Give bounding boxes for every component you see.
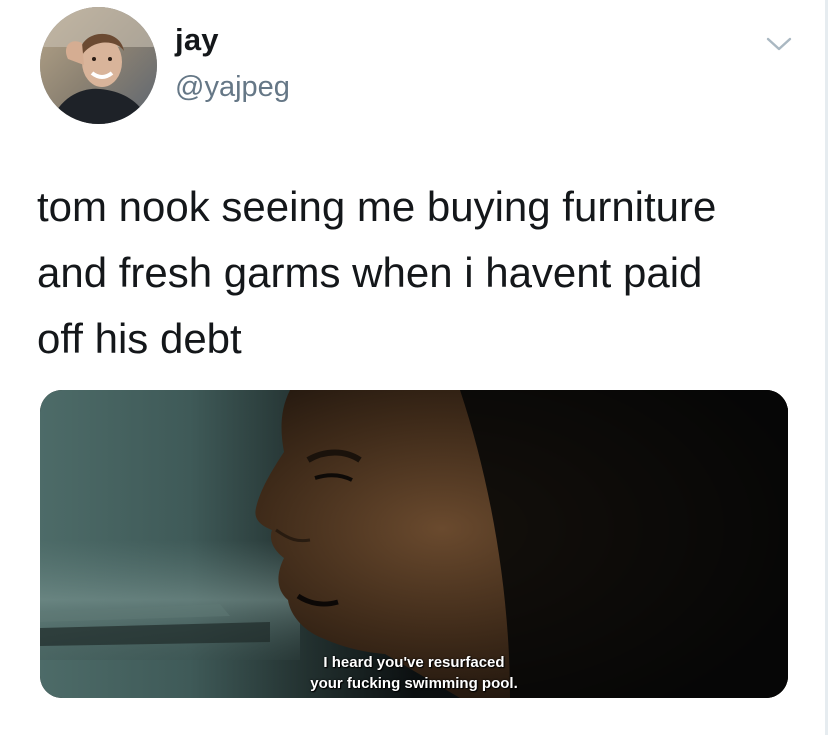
tweet-text-line: off his debt xyxy=(37,315,242,362)
tweet-text-line: tom nook seeing me buying furniture xyxy=(37,183,717,230)
subtitle-line: your fucking swimming pool. xyxy=(310,675,518,692)
tweet-text: tom nook seeing me buying furniture and … xyxy=(37,174,797,372)
avatar-image xyxy=(40,7,157,124)
tweet-text-line: and fresh garms when i havent paid xyxy=(37,249,703,296)
tweet-media-image[interactable]: I heard you've resurfaced your fucking s… xyxy=(40,390,788,698)
video-subtitle: I heard you've resurfaced your fucking s… xyxy=(40,652,788,694)
user-handle[interactable]: @yajpeg xyxy=(175,71,290,104)
chevron-down-icon[interactable] xyxy=(762,34,796,54)
subtitle-line: I heard you've resurfaced xyxy=(323,654,505,671)
display-name[interactable]: jay xyxy=(175,22,219,58)
avatar[interactable] xyxy=(40,7,157,124)
tweet-card: jay @yajpeg tom nook seeing me buying fu… xyxy=(0,0,828,735)
